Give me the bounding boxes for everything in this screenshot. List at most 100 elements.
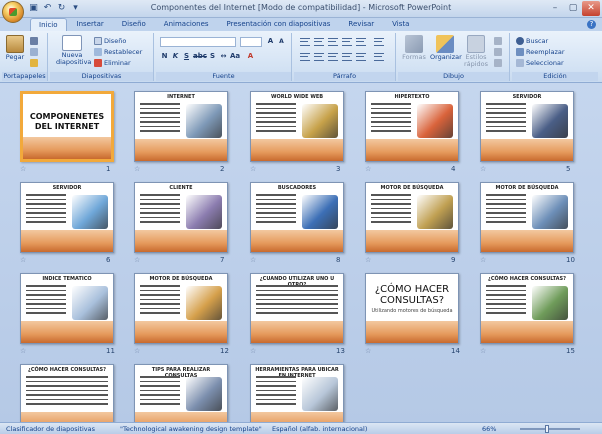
slide-thumbnail[interactable]: BUSCADORES — [250, 182, 344, 253]
slide-thumbnail[interactable]: INTERNET — [134, 91, 228, 162]
slide-sorter[interactable]: COMPONENETES DEL INTERNET ☆ 1 INTERNET ☆ 2 WOR… — [0, 83, 602, 422]
shape-outline-button[interactable] — [494, 47, 502, 57]
bullets-icon[interactable] — [300, 38, 310, 46]
slide-thumbnail[interactable]: ¿CÓMO HACER CONSULTAS? Utilizando motores… — [365, 273, 459, 344]
tab-2[interactable]: Diseño — [114, 18, 154, 31]
slide-text-lines — [26, 285, 66, 317]
shapes-button[interactable]: Formas — [400, 35, 428, 61]
shrink-font-icon[interactable]: A — [277, 37, 286, 46]
align-left-icon[interactable] — [300, 53, 310, 61]
slide-thumbnail[interactable]: ¿CÓMO HACER CONSULTAS? — [20, 364, 114, 422]
slide-thumbnail[interactable]: CLIENTE — [134, 182, 228, 253]
office-button[interactable] — [2, 1, 24, 23]
slide-transition-icon[interactable]: ☆ — [20, 347, 26, 355]
clipboard-group-label: Portapapeles — [2, 72, 47, 81]
delete-slide-button[interactable]: Eliminar — [94, 58, 131, 68]
slide-transition-icon[interactable]: ☆ — [20, 165, 26, 173]
numbering-icon[interactable] — [314, 38, 324, 46]
tab-0[interactable]: Inicio — [30, 18, 67, 31]
slide-thumbnail[interactable]: SERVIDOR — [20, 182, 114, 253]
slide-thumbnail[interactable]: MOTOR DE BÚSQUEDA — [480, 182, 574, 253]
slide-thumbnail[interactable]: WORLD WIDE WEB — [250, 91, 344, 162]
line-spacing-icon[interactable] — [356, 38, 366, 46]
maximize-button[interactable]: ▢ — [564, 1, 582, 16]
slide-thumbnail[interactable]: TIPS PARA REALIZAR CONSULTAS — [134, 364, 228, 422]
help-icon[interactable]: ? — [587, 20, 596, 29]
slide-transition-icon[interactable]: ☆ — [134, 347, 140, 355]
align-text-icon[interactable] — [374, 53, 384, 61]
spacing-button[interactable]: ↔ — [219, 52, 228, 61]
close-button[interactable]: ✕ — [582, 1, 600, 16]
change-case-button[interactable]: Aa — [230, 52, 240, 61]
zoom-slider-thumb[interactable] — [545, 425, 549, 433]
layout-button[interactable]: Diseño — [94, 36, 126, 46]
tab-4[interactable]: Presentación con diapositivas — [219, 18, 339, 31]
font-name-box[interactable] — [160, 37, 236, 47]
title-bar: ▣ ↶ ↻ ▾ Componentes del Internet [Modo d… — [0, 0, 602, 23]
find-button[interactable]: Buscar — [516, 36, 548, 46]
slide-text-lines — [26, 194, 66, 226]
tab-6[interactable]: Vista — [384, 18, 417, 31]
slide-transition-icon[interactable]: ☆ — [480, 347, 486, 355]
slide-transition-icon[interactable]: ☆ — [134, 165, 140, 173]
align-center-icon[interactable] — [314, 53, 324, 61]
columns-icon[interactable] — [356, 53, 366, 61]
cut-button[interactable] — [30, 36, 38, 46]
slide-image — [532, 195, 568, 229]
slide-transition-icon[interactable]: ☆ — [250, 347, 256, 355]
slide-number: 5 — [566, 165, 571, 173]
slide-thumbnail[interactable]: SERVIDOR — [480, 91, 574, 162]
slide-thumbnail[interactable]: INDICE TEMATICO — [20, 273, 114, 344]
slide-transition-icon[interactable]: ☆ — [365, 347, 371, 355]
slide-thumbnail[interactable]: ¿CÓMO HACER CONSULTAS? — [480, 273, 574, 344]
slide-thumbnail[interactable]: HERRAMIENTAS PARA UBICAR EN INTERNET — [250, 364, 344, 422]
zoom-level[interactable]: 66% — [482, 425, 496, 433]
tab-5[interactable]: Revisar — [340, 18, 382, 31]
slide-transition-icon[interactable]: ☆ — [480, 256, 486, 264]
font-size-box[interactable] — [240, 37, 262, 47]
format-painter-button[interactable] — [30, 58, 38, 68]
slide-transition-icon[interactable]: ☆ — [250, 165, 256, 173]
increase-indent-icon[interactable] — [342, 38, 352, 46]
bold-button[interactable]: N — [160, 52, 169, 61]
strikethrough-button[interactable]: abc — [193, 52, 207, 61]
slide-text-lines — [140, 194, 180, 226]
slide-transition-icon[interactable]: ☆ — [20, 256, 26, 264]
decrease-indent-icon[interactable] — [328, 38, 338, 46]
layout-icon — [94, 37, 102, 45]
slide-transition-icon[interactable]: ☆ — [365, 256, 371, 264]
slide-thumbnail[interactable]: MOTOR DE BÚSQUEDA — [365, 182, 459, 253]
slides-group: Nueva diapositiva Diseño Restablecer Eli… — [50, 33, 154, 81]
slide-transition-icon[interactable]: ☆ — [134, 256, 140, 264]
reset-button[interactable]: Restablecer — [94, 47, 142, 57]
copy-button[interactable] — [30, 47, 38, 57]
align-right-icon[interactable] — [328, 53, 338, 61]
slide-thumbnail[interactable]: MOTOR DE BÚSQUEDA — [134, 273, 228, 344]
minimize-button[interactable]: – — [546, 1, 564, 16]
zoom-slider[interactable] — [520, 428, 580, 430]
paste-button[interactable]: Pegar — [4, 35, 26, 61]
quick-styles-button[interactable]: Estilos rápidos — [462, 35, 490, 68]
grow-font-icon[interactable]: A — [266, 37, 275, 46]
underline-button[interactable]: S — [182, 52, 191, 61]
italic-button[interactable]: K — [171, 52, 180, 61]
arrange-button[interactable]: Organizar — [430, 35, 462, 61]
slide-thumbnail[interactable]: COMPONENETES DEL INTERNET — [20, 91, 114, 162]
slide-transition-icon[interactable]: ☆ — [480, 165, 486, 173]
shape-effects-button[interactable] — [494, 58, 502, 68]
tab-1[interactable]: Insertar — [69, 18, 112, 31]
slide-transition-icon[interactable]: ☆ — [250, 256, 256, 264]
shape-fill-button[interactable] — [494, 36, 502, 46]
select-button[interactable]: Seleccionar — [516, 58, 564, 68]
shadow-button[interactable]: S — [208, 52, 217, 61]
justify-icon[interactable] — [342, 53, 352, 61]
font-color-button[interactable]: A — [246, 52, 255, 61]
replace-button[interactable]: Reemplazar — [516, 47, 565, 57]
new-slide-button[interactable]: Nueva diapositiva — [56, 35, 91, 66]
slide-image — [532, 286, 568, 320]
slide-thumbnail[interactable]: HIPERTEXTO — [365, 91, 459, 162]
slide-transition-icon[interactable]: ☆ — [365, 165, 371, 173]
slide-thumbnail[interactable]: ¿CUANDO UTILIZAR UNO U OTRO? — [250, 273, 344, 344]
text-direction-icon[interactable] — [374, 38, 384, 46]
tab-3[interactable]: Animaciones — [156, 18, 217, 31]
